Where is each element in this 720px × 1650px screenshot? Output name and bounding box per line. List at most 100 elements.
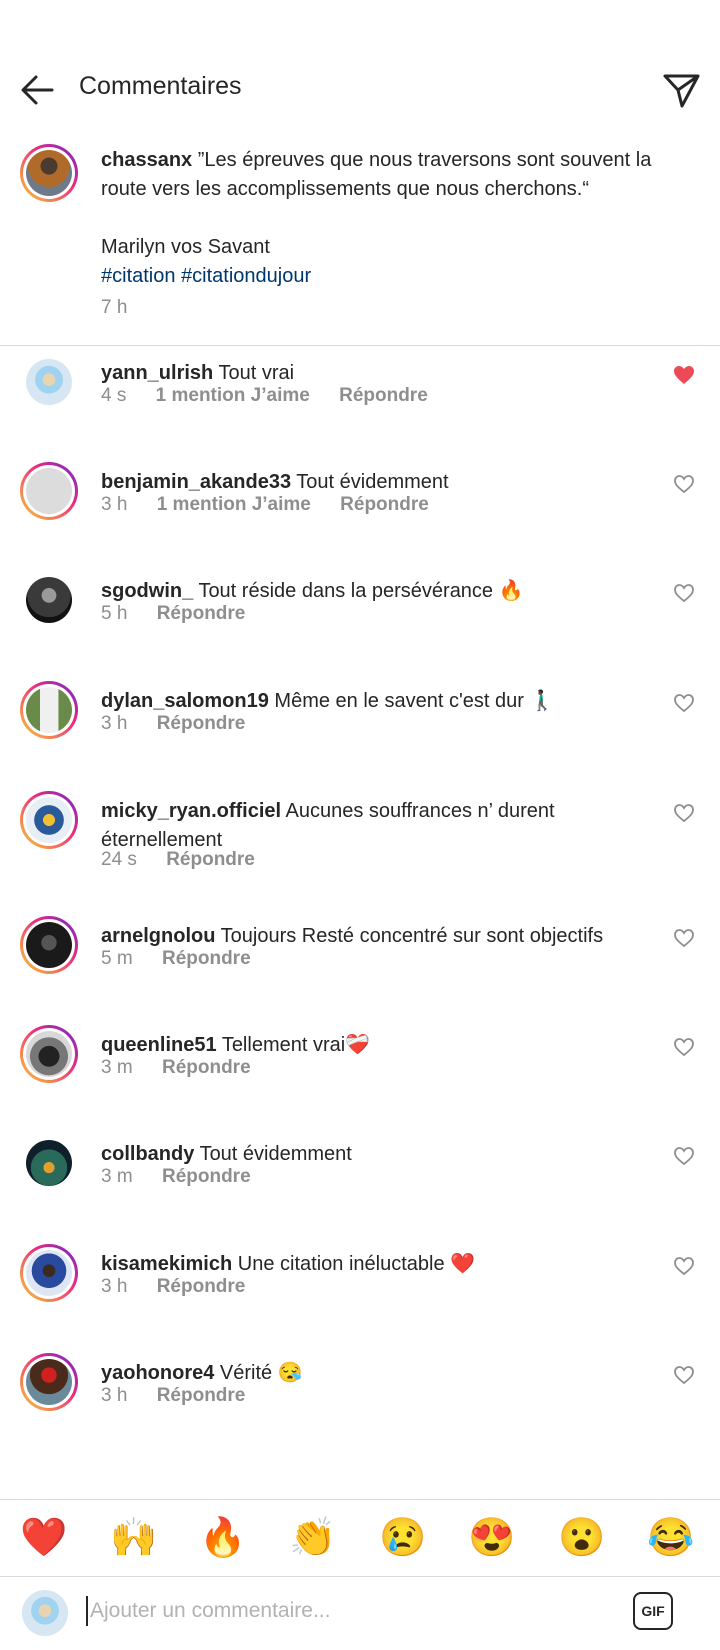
emoji-heart-eyes-button[interactable]: 😍 (466, 1514, 518, 1562)
reply-button[interactable]: Répondre (162, 1166, 251, 1187)
reply-button[interactable]: Répondre (157, 1276, 246, 1297)
avatar[interactable] (20, 462, 78, 520)
caption-hashtags[interactable]: #citation #citationdujour (101, 265, 311, 287)
top-bar: Commentaires (0, 60, 720, 120)
heart-outline-icon[interactable] (672, 472, 696, 496)
emoji-laughing-button[interactable]: 😂 (645, 1514, 697, 1562)
heart-outline-icon[interactable] (672, 801, 696, 825)
reply-button[interactable]: Répondre (166, 849, 255, 870)
avatar[interactable] (20, 1134, 78, 1192)
comment-body: Tout évidemment (296, 471, 449, 493)
comment-time: 3 h (101, 1385, 128, 1406)
comment-username[interactable]: micky_ryan.officiel (101, 800, 281, 822)
comment-meta: 5 h Répondre (101, 603, 269, 625)
emoji-clap-button[interactable]: 👏 (287, 1514, 339, 1562)
comment-text: dylan_salomon19 Même en le savent c'est … (101, 687, 661, 716)
caption-author: Marilyn vos Savant (101, 236, 270, 258)
comment-username[interactable]: collbandy (101, 1143, 194, 1165)
comment-body: Vérité 😪 (219, 1362, 303, 1384)
comment-body: Même en le savent c'est dur 🚶🏿‍♂️ (274, 690, 555, 712)
comment-text: arnelgnolou Toujours Resté concentré sur… (101, 922, 661, 951)
comment-meta: 3 m Répondre (101, 1057, 275, 1079)
emoji-raised-hands-button[interactable]: 🙌 (108, 1514, 160, 1562)
comment-username[interactable]: queenline51 (101, 1034, 217, 1056)
avatar[interactable] (20, 681, 78, 739)
comment-meta: 3 h Répondre (101, 1276, 269, 1298)
comment-time: 5 m (101, 948, 133, 969)
comment-meta: 3 m Répondre (101, 1166, 275, 1188)
reply-button[interactable]: Répondre (157, 1385, 246, 1406)
comment-input[interactable]: Ajouter un commentaire... (86, 1596, 330, 1626)
comment-body: Tout évidemment (199, 1143, 352, 1165)
comment-text: benjamin_akande33 Tout évidemment (101, 468, 661, 497)
comment-time: 24 s (101, 849, 137, 870)
avatar[interactable] (20, 916, 78, 974)
comment-username[interactable]: dylan_salomon19 (101, 690, 269, 712)
reply-button[interactable]: Répondre (157, 713, 246, 734)
heart-outline-icon[interactable] (672, 1035, 696, 1059)
comment-meta: 3 h 1 mention J’aime Répondre (101, 494, 453, 516)
heart-filled-icon[interactable] (672, 363, 696, 387)
reply-button[interactable]: Répondre (162, 948, 251, 969)
avatar[interactable] (20, 144, 78, 202)
comment-composer: Ajouter un commentaire... GIF (0, 1576, 720, 1650)
heart-outline-icon[interactable] (672, 1363, 696, 1387)
comment-meta: 4 s 1 mention J’aime Répondre (101, 385, 452, 407)
avatar[interactable] (20, 353, 78, 411)
comment-text: sgodwin_ Tout réside dans la persévéranc… (101, 577, 661, 606)
comment-username[interactable]: kisamekimich (101, 1253, 232, 1275)
emoji-quick-bar: ❤️ 🙌 🔥 👏 😢 😍 😮 😂 (0, 1499, 720, 1577)
comment-body: Tellement vrai❤️‍🩹 (221, 1034, 371, 1056)
heart-outline-icon[interactable] (672, 691, 696, 715)
back-arrow-icon[interactable] (18, 70, 58, 110)
avatar[interactable] (20, 791, 78, 849)
comment-meta: 3 h Répondre (101, 1385, 269, 1407)
comment-body: Une citation inéluctable ❤️ (237, 1253, 476, 1275)
emoji-crying-button[interactable]: 😢 (377, 1514, 429, 1562)
comment-time: 3 m (101, 1057, 133, 1078)
avatar[interactable] (20, 571, 78, 629)
emoji-fire-button[interactable]: 🔥 (197, 1514, 249, 1562)
comment-username[interactable]: benjamin_akande33 (101, 471, 291, 493)
comment-username[interactable]: yann_ulrish (101, 362, 213, 384)
heart-outline-icon[interactable] (672, 581, 696, 605)
comment-text: micky_ryan.officiel Aucunes souffrances … (101, 797, 661, 855)
caption-username[interactable]: chassanx (101, 149, 192, 171)
page-title: Commentaires (79, 72, 242, 100)
comment-meta: 5 m Répondre (101, 948, 275, 970)
reply-button[interactable]: Répondre (339, 385, 428, 406)
emoji-surprised-button[interactable]: 😮 (556, 1514, 608, 1562)
comment-meta: 3 h Répondre (101, 713, 269, 735)
comment-body: Toujours Resté concentré sur sont object… (220, 925, 604, 947)
comment-meta: 24 s Répondre (101, 849, 279, 871)
comment-time: 4 s (101, 385, 127, 406)
avatar[interactable] (20, 1025, 78, 1083)
comment-time: 5 h (101, 603, 128, 624)
post-caption: chassanx ”Les épreuves que nous traverso… (0, 140, 720, 346)
comment-body: Tout réside dans la persévérance 🔥 (198, 580, 524, 602)
comment-time: 3 m (101, 1166, 133, 1187)
comment-text: kisamekimich Une citation inéluctable ❤️ (101, 1250, 661, 1279)
reply-button[interactable]: Répondre (162, 1057, 251, 1078)
comment-username[interactable]: sgodwin_ (101, 580, 193, 602)
reply-button[interactable]: Répondre (157, 603, 246, 624)
avatar[interactable] (20, 1353, 78, 1411)
comment-text: collbandy Tout évidemment (101, 1140, 661, 1169)
comment-username[interactable]: yaohonore4 (101, 1362, 214, 1384)
heart-outline-icon[interactable] (672, 1254, 696, 1278)
likes-count[interactable]: 1 mention J’aime (157, 494, 311, 515)
send-icon[interactable] (660, 68, 702, 110)
comment-username[interactable]: arnelgnolou (101, 925, 215, 947)
heart-outline-icon[interactable] (672, 1144, 696, 1168)
likes-count[interactable]: 1 mention J’aime (156, 385, 310, 406)
comment-time: 3 h (101, 1276, 128, 1297)
comment-time: 3 h (101, 713, 128, 734)
comment-text: yaohonore4 Vérité 😪 (101, 1359, 661, 1388)
comment-text: yann_ulrish Tout vrai (101, 359, 661, 388)
avatar[interactable] (20, 1244, 78, 1302)
gif-button[interactable]: GIF (633, 1592, 673, 1630)
emoji-heart-button[interactable]: ❤️ (18, 1514, 70, 1562)
heart-outline-icon[interactable] (672, 926, 696, 950)
reply-button[interactable]: Répondre (340, 494, 429, 515)
comment-body: Tout vrai (218, 362, 295, 384)
